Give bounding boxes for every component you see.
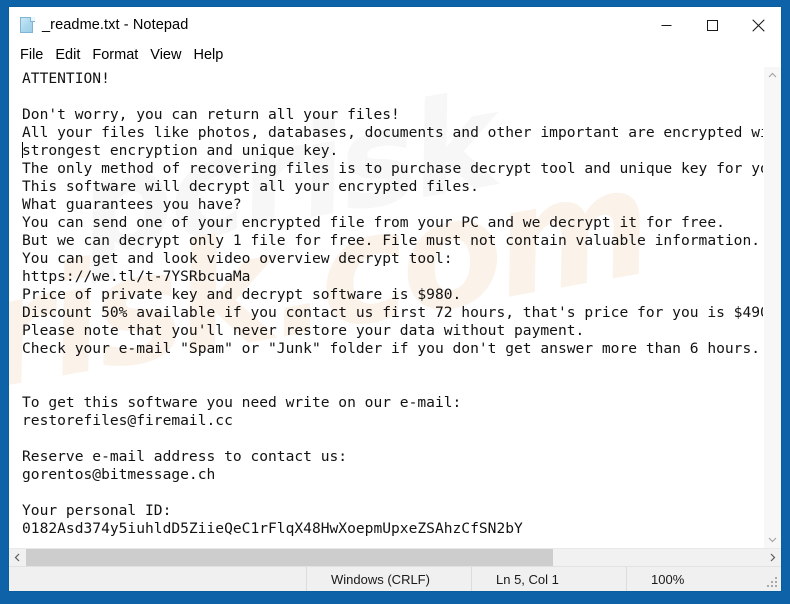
chevron-left-icon[interactable]: [9, 549, 26, 566]
menu-bar: File Edit Format View Help: [9, 43, 781, 67]
menu-item-help[interactable]: Help: [193, 45, 230, 65]
text-caret: [22, 142, 23, 158]
maximize-button[interactable]: [689, 7, 735, 43]
horizontal-scroll-track[interactable]: [26, 549, 764, 566]
chevron-right-icon[interactable]: [764, 549, 781, 566]
desktop-background: _readme.txt - Notepad File Edit Format V…: [0, 0, 790, 604]
notepad-window: _readme.txt - Notepad File Edit Format V…: [8, 6, 782, 592]
minimize-button[interactable]: [643, 7, 689, 43]
menu-item-format[interactable]: Format: [92, 45, 145, 65]
status-line-column: Ln 5, Col 1: [471, 567, 626, 591]
status-encoding: Windows (CRLF): [306, 567, 471, 591]
chevron-up-icon[interactable]: [764, 67, 781, 84]
resize-grip-icon[interactable]: [767, 577, 779, 589]
status-bar-spacer: [9, 567, 306, 591]
ransom-note-text: ATTENTION! Don't worry, you can return a…: [22, 70, 763, 537]
status-zoom-level: 100%: [626, 567, 781, 591]
menu-item-file[interactable]: File: [20, 45, 50, 65]
text-editor[interactable]: pcrisk risk.com ATTENTION! Don't worry, …: [9, 67, 763, 548]
title-bar[interactable]: _readme.txt - Notepad: [9, 7, 781, 43]
notepad-document-icon: [19, 16, 36, 34]
editor-row: pcrisk risk.com ATTENTION! Don't worry, …: [9, 67, 781, 548]
horizontal-scroll-thumb[interactable]: [26, 549, 553, 566]
menu-item-view[interactable]: View: [150, 45, 188, 65]
horizontal-scrollbar[interactable]: [9, 548, 781, 566]
status-bar: Windows (CRLF) Ln 5, Col 1 100%: [9, 566, 781, 591]
window-controls: [643, 7, 781, 43]
menu-item-edit[interactable]: Edit: [55, 45, 87, 65]
vertical-scrollbar[interactable]: [763, 67, 781, 548]
close-button[interactable]: [735, 7, 781, 43]
window-title: _readme.txt - Notepad: [42, 17, 189, 33]
chevron-down-icon[interactable]: [764, 531, 781, 548]
editor-region: pcrisk risk.com ATTENTION! Don't worry, …: [9, 67, 781, 591]
